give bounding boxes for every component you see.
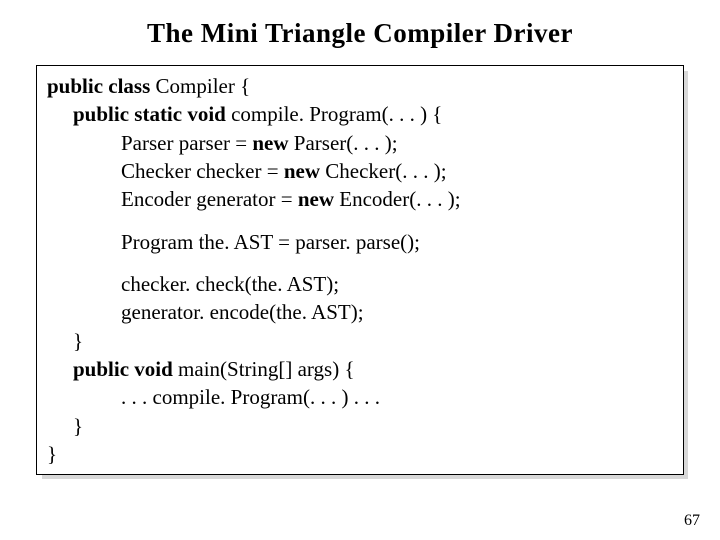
code-line: checker. check(the. AST); xyxy=(47,270,673,298)
code-text: Encoder(. . . ); xyxy=(339,187,460,211)
code-line: } xyxy=(47,327,673,355)
code-text: Encoder generator = xyxy=(121,187,298,211)
keyword: public static void xyxy=(73,102,231,126)
keyword: new xyxy=(252,131,293,155)
code-line: } xyxy=(47,440,673,468)
blank-line xyxy=(47,214,673,228)
code-text: Compiler { xyxy=(156,74,251,98)
code-text: Parser(. . . ); xyxy=(294,131,398,155)
keyword: public void xyxy=(73,357,178,381)
slide-title: The Mini Triangle Compiler Driver xyxy=(36,18,684,49)
code-line: public void main(String[] args) { xyxy=(47,355,673,383)
code-line: Checker checker = new Checker(. . . ); xyxy=(47,157,673,185)
code-box: public class Compiler { public static vo… xyxy=(36,65,684,475)
code-text: main(String[] args) { xyxy=(178,357,355,381)
code-text: Checker(. . . ); xyxy=(325,159,446,183)
code-text: Parser parser = xyxy=(121,131,252,155)
code-text: compile. Program(. . . ) { xyxy=(231,102,442,126)
code-text: Checker checker = xyxy=(121,159,284,183)
code-box-container: public class Compiler { public static vo… xyxy=(36,65,684,475)
code-line: Encoder generator = new Encoder(. . . ); xyxy=(47,185,673,213)
blank-line xyxy=(47,256,673,270)
code-line: generator. encode(the. AST); xyxy=(47,298,673,326)
code-line: Parser parser = new Parser(. . . ); xyxy=(47,129,673,157)
keyword: public class xyxy=(47,74,156,98)
code-line: public class Compiler { xyxy=(47,72,673,100)
page-number: 67 xyxy=(684,512,700,530)
code-line: } xyxy=(47,412,673,440)
keyword: new xyxy=(284,159,325,183)
code-line: public static void compile. Program(. . … xyxy=(47,100,673,128)
keyword: new xyxy=(298,187,339,211)
code-line: Program the. AST = parser. parse(); xyxy=(47,228,673,256)
code-line: . . . compile. Program(. . . ) . . . xyxy=(47,383,673,411)
